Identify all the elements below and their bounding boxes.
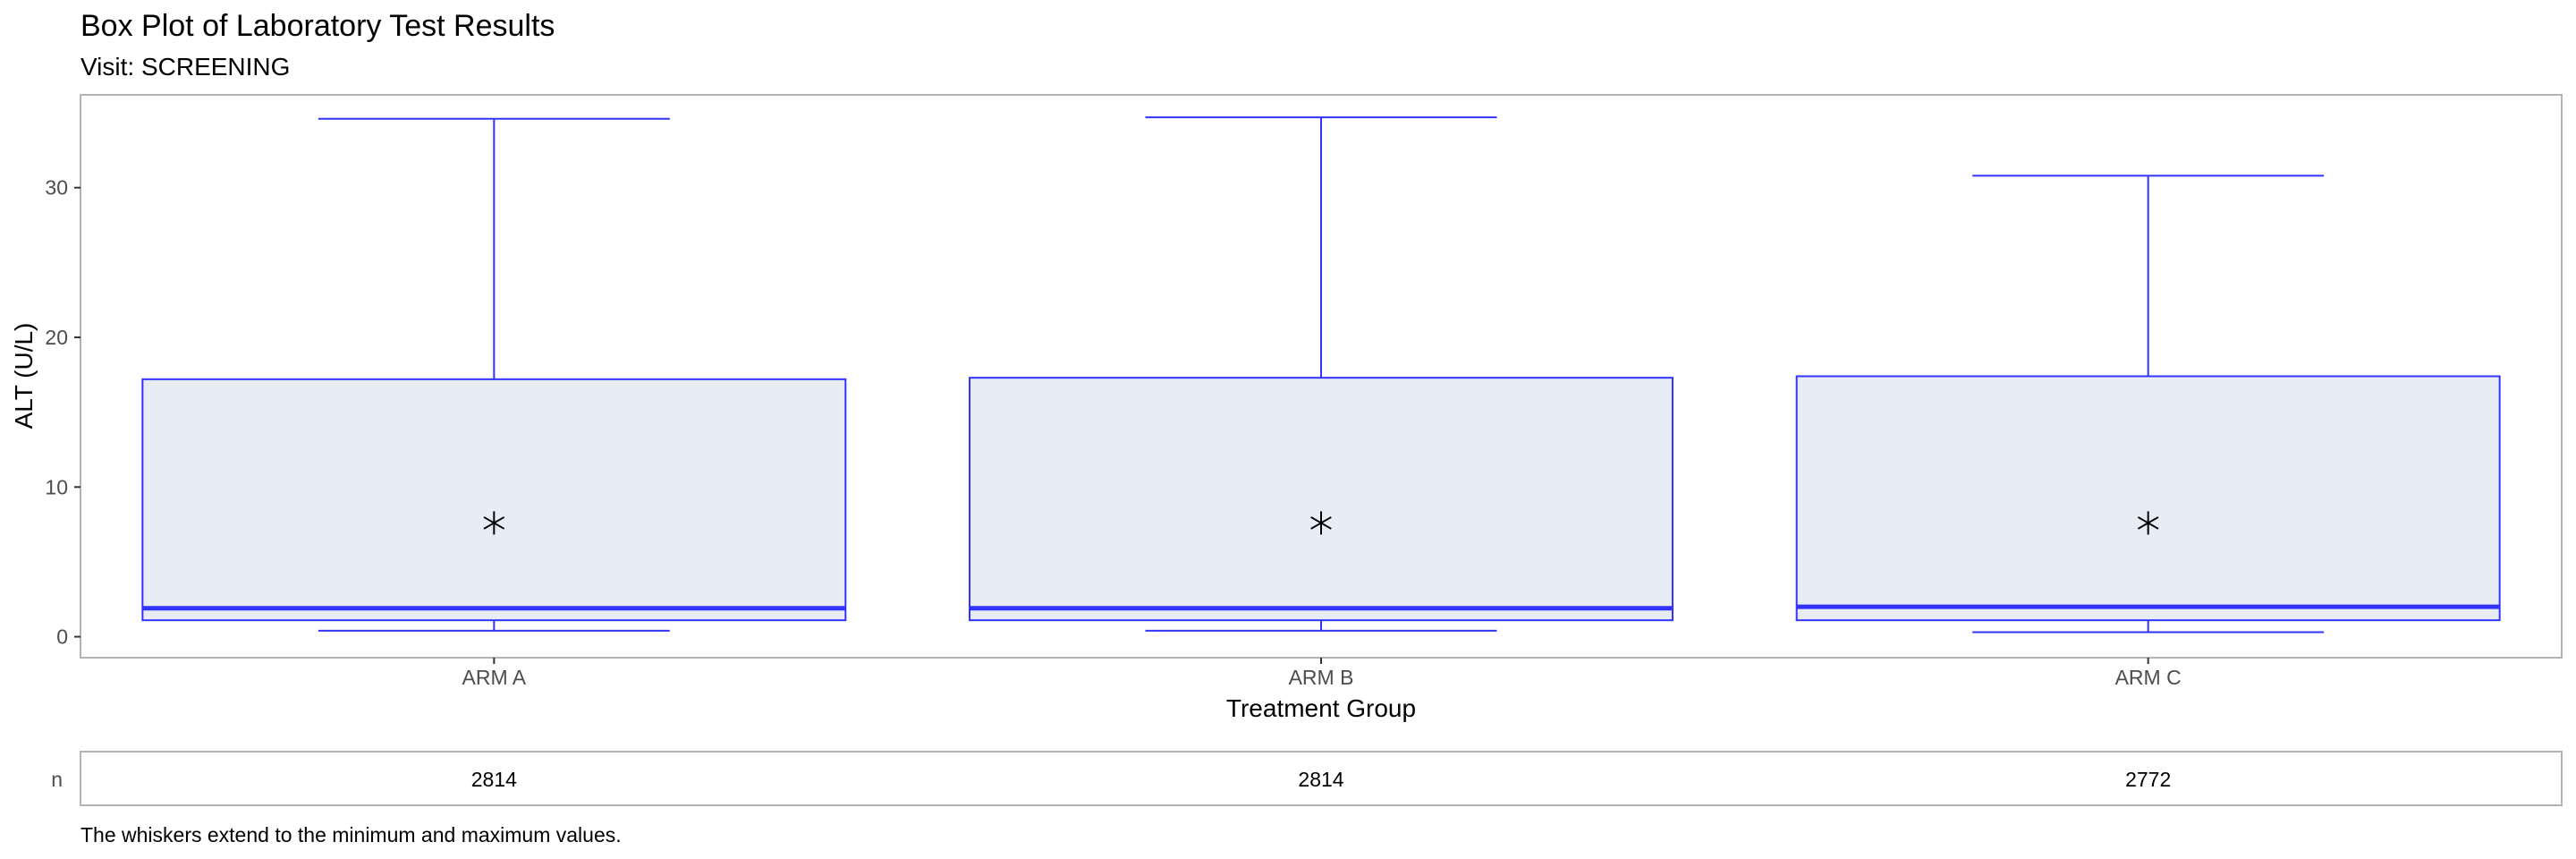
n-value: 2772: [2125, 768, 2171, 791]
y-axis-ticks: 0 10 20 30: [45, 176, 80, 649]
y-tick-label: 10: [45, 475, 68, 498]
x-tick-label: ARM C: [2115, 666, 2182, 689]
y-axis-label: ALT (U/L): [10, 323, 38, 430]
box-plot-chart: Box Plot of Laboratory Test Results Visi…: [10, 9, 2563, 846]
iqr-box: [969, 377, 1674, 622]
n-value: 2814: [1298, 768, 1343, 791]
y-tick-label: 0: [56, 625, 68, 649]
y-tick-label: 30: [45, 176, 68, 200]
chart-subtitle: Visit: SCREENING: [80, 53, 290, 81]
x-axis-ticks: ARM A ARM B ARM C: [462, 658, 2182, 689]
iqr-box: [141, 378, 847, 622]
n-table-label: n: [51, 768, 63, 791]
x-tick-label: ARM B: [1289, 666, 1354, 689]
footnote: The whiskers extend to the minimum and m…: [80, 823, 622, 846]
x-tick-label: ARM A: [462, 666, 527, 689]
x-axis-label: Treatment Group: [1226, 694, 1416, 722]
n-value: 2814: [471, 768, 517, 791]
iqr-box: [1795, 375, 2501, 622]
y-tick-label: 20: [45, 326, 68, 349]
chart-title: Box Plot of Laboratory Test Results: [80, 9, 555, 43]
